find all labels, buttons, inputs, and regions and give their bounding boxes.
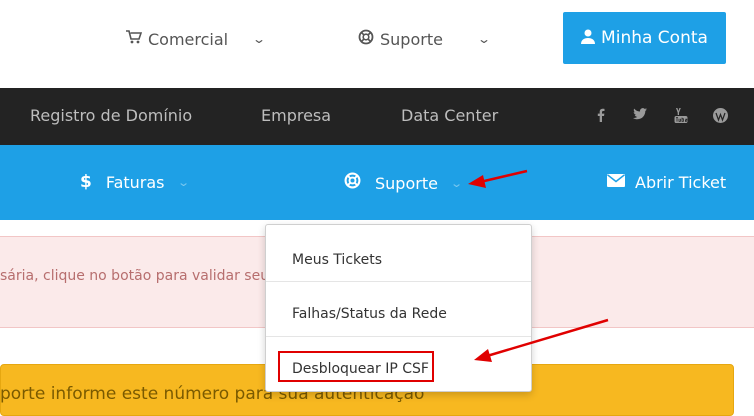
annotation-arrows: [468, 169, 609, 362]
annotation-arrow-desbloquear: [474, 318, 609, 362]
annotation-arrow-suporte: [468, 169, 528, 188]
